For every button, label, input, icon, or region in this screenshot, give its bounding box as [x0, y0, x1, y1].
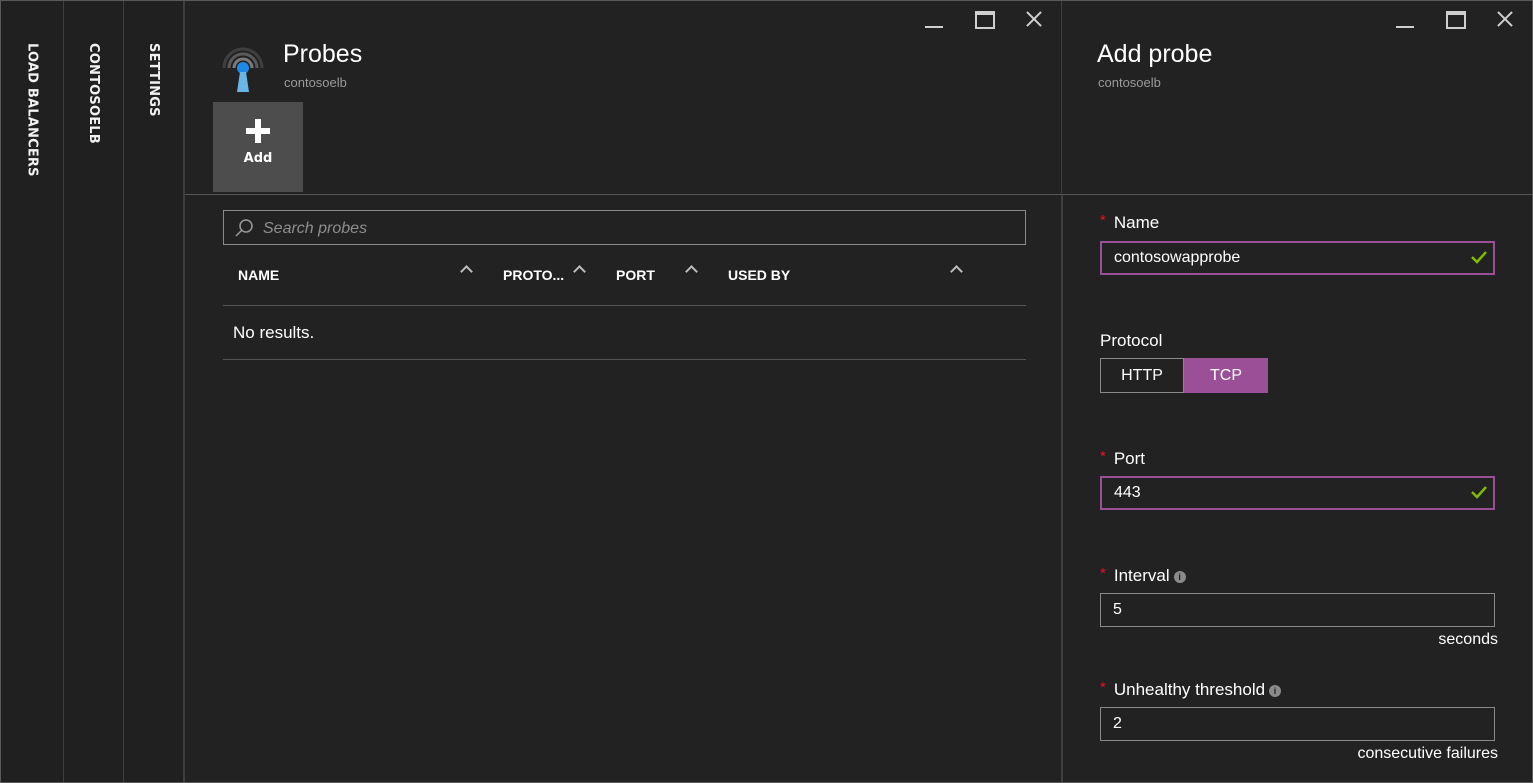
interval-input[interactable]: [1113, 594, 1460, 626]
column-header-name[interactable]: NAME: [238, 267, 279, 283]
protocol-option-http[interactable]: HTTP: [1100, 358, 1184, 393]
add-probe-header: Add probe contosoelb: [1062, 1, 1532, 195]
required-marker: *: [1100, 679, 1106, 696]
interval-field[interactable]: [1100, 593, 1495, 627]
add-probe-button[interactable]: Add: [213, 102, 303, 192]
table-header-divider: [223, 305, 1026, 306]
column-header-protocol[interactable]: PROTO...: [503, 267, 564, 283]
plus-icon: [246, 119, 270, 143]
threshold-field[interactable]: [1100, 707, 1495, 741]
port-field[interactable]: [1100, 476, 1495, 510]
sort-port-icon[interactable]: [684, 263, 698, 275]
info-icon[interactable]: i: [1173, 570, 1186, 583]
minimize-icon[interactable]: [921, 7, 947, 31]
rail-label-settings: SETTINGS: [146, 43, 161, 117]
empty-results-text: No results.: [233, 323, 315, 342]
search-icon: [235, 219, 253, 237]
rail-load-balancers[interactable]: LOAD BALANCERS: [1, 1, 64, 782]
search-probes-box[interactable]: [223, 210, 1026, 246]
probes-blade: Probes contosoelb Add NAME PROTO... PORT…: [184, 1, 1063, 782]
minimize-icon[interactable]: [1392, 7, 1418, 31]
sort-protocol-icon[interactable]: [572, 263, 586, 275]
search-input[interactable]: [261, 211, 1005, 246]
threshold-label: * Unhealthy threshold i: [1100, 679, 1282, 700]
rail-label-contosoelb: CONTOSOELB: [86, 43, 101, 144]
add-probe-subtitle: contosoelb: [1098, 75, 1161, 90]
probes-title: Probes: [283, 40, 363, 68]
add-probe-title: Add probe: [1097, 40, 1213, 68]
column-header-used-by[interactable]: USED BY: [728, 267, 790, 283]
info-icon[interactable]: i: [1269, 684, 1282, 697]
required-marker: *: [1100, 448, 1106, 465]
port-label: * Port: [1100, 448, 1146, 468]
required-marker: *: [1100, 212, 1106, 229]
probes-blade-header: Probes contosoelb Add: [185, 1, 1061, 195]
threshold-input[interactable]: [1113, 708, 1460, 740]
rail-settings[interactable]: SETTINGS: [124, 1, 184, 782]
interval-unit: seconds: [1438, 631, 1498, 648]
sort-name-icon[interactable]: [459, 263, 473, 275]
table-bottom-divider: [223, 359, 1026, 360]
interval-label: * Interval i: [1100, 565, 1186, 586]
maximize-icon[interactable]: [1442, 7, 1468, 31]
rail-label-load-balancers: LOAD BALANCERS: [24, 43, 40, 177]
port-input[interactable]: [1114, 478, 1459, 508]
protocol-option-tcp[interactable]: TCP: [1184, 358, 1268, 393]
check-icon: [1471, 486, 1487, 499]
name-label: * Name: [1100, 212, 1160, 232]
column-header-port[interactable]: PORT: [616, 267, 655, 283]
add-probe-window-controls: [1368, 7, 1518, 31]
required-marker: *: [1100, 565, 1106, 582]
probes-subtitle: contosoelb: [284, 75, 347, 90]
add-probe-blade: Add probe contosoelb *Name Protocol HTTP…: [1062, 1, 1532, 782]
check-icon: [1471, 251, 1487, 264]
rail-contosoelb[interactable]: CONTOSOELB: [64, 1, 124, 782]
protocol-label: Protocol: [1100, 331, 1163, 350]
close-icon[interactable]: [1021, 7, 1047, 31]
name-field[interactable]: [1100, 241, 1495, 275]
add-button-label: Add: [243, 151, 273, 166]
threshold-unit: consecutive failures: [1357, 745, 1498, 762]
probes-window-controls: [897, 7, 1047, 31]
sort-used-by-icon[interactable]: [949, 263, 963, 275]
maximize-icon[interactable]: [971, 7, 997, 31]
name-input[interactable]: [1114, 243, 1459, 273]
protocol-toggle: HTTP TCP: [1100, 358, 1268, 393]
close-icon[interactable]: [1492, 7, 1518, 31]
probe-antenna-icon: [222, 47, 264, 92]
